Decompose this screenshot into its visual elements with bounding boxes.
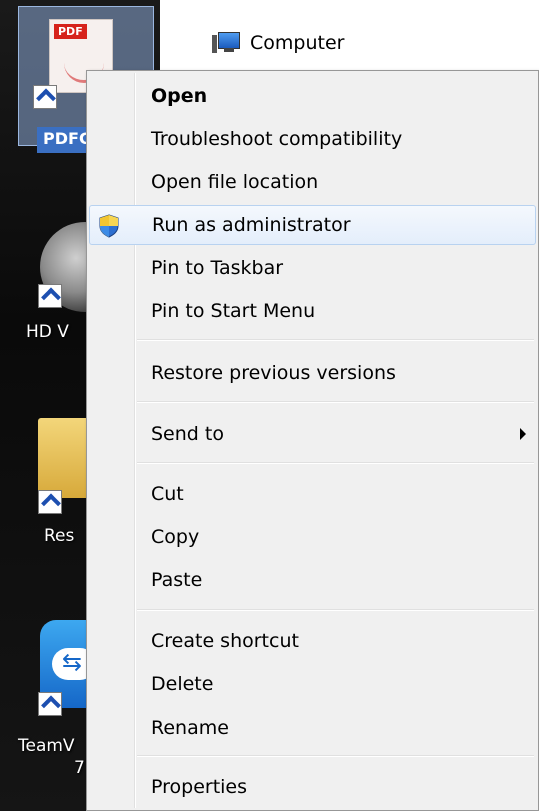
shortcut-arrow-icon (33, 85, 57, 109)
menu-item-open[interactable]: Open (89, 76, 536, 116)
menu-item-cut[interactable]: Cut (89, 474, 536, 514)
menu-item-label: Create shortcut (151, 630, 299, 652)
menu-item-label: Properties (151, 776, 248, 798)
shortcut-arrow-icon (38, 692, 62, 716)
menu-item-create-shortcut[interactable]: Create shortcut (89, 621, 536, 661)
menu-item-restore-previous-versions[interactable]: Restore previous versions (89, 353, 536, 393)
desktop-icon-label-teamviewer: TeamV (18, 736, 75, 756)
menu-item-label: Copy (151, 526, 200, 548)
menu-item-label: Pin to Start Menu (151, 300, 316, 322)
submenu-arrow-icon (520, 428, 526, 440)
menu-item-label: Open (151, 85, 208, 107)
shortcut-arrow-icon (38, 284, 62, 308)
menu-item-label: Restore previous versions (151, 362, 396, 384)
menu-item-label: Rename (151, 717, 229, 739)
menu-separator (137, 339, 534, 341)
menu-separator (137, 755, 534, 757)
menu-item-label: Paste (151, 569, 203, 591)
menu-item-label: Pin to Taskbar (151, 257, 284, 279)
menu-item-send-to[interactable]: Send to (89, 414, 536, 454)
desktop-item-computer[interactable]: Computer (212, 32, 344, 54)
shield-icon (99, 214, 119, 238)
menu-item-open-file-location[interactable]: Open file location (89, 162, 536, 202)
menu-item-troubleshoot-compatibility[interactable]: Troubleshoot compatibility (89, 119, 536, 159)
pdf-badge: PDF (54, 24, 87, 39)
menu-item-label: Open file location (151, 171, 319, 193)
menu-item-label: Cut (151, 483, 184, 505)
menu-item-paste[interactable]: Paste (89, 560, 536, 600)
computer-icon (212, 32, 240, 54)
menu-item-label: Troubleshoot compatibility (151, 128, 403, 150)
menu-item-delete[interactable]: Delete (89, 664, 536, 704)
menu-separator (137, 401, 534, 403)
menu-item-label: Delete (151, 673, 214, 695)
menu-separator (137, 609, 534, 611)
menu-item-pin-to-start-menu[interactable]: Pin to Start Menu (89, 291, 536, 331)
menu-item-copy[interactable]: Copy (89, 517, 536, 557)
desktop-icon-label-folder: Res (44, 526, 75, 546)
menu-item-pin-to-taskbar[interactable]: Pin to Taskbar (89, 248, 536, 288)
menu-item-rename[interactable]: Rename (89, 708, 536, 748)
menu-item-run-as-administrator[interactable]: Run as administrator (89, 205, 536, 245)
desktop-icon-label-hd: HD V (26, 322, 69, 342)
desktop-icon-sublabel-teamviewer: 7 (74, 758, 85, 778)
shortcut-arrow-icon (38, 490, 62, 514)
menu-separator (137, 462, 534, 464)
computer-label: Computer (250, 32, 345, 54)
context-menu: Open Troubleshoot compatibility Open fil… (86, 70, 539, 811)
menu-item-properties[interactable]: Properties (89, 767, 536, 807)
menu-item-label: Run as administrator (152, 214, 351, 236)
menu-item-label: Send to (151, 423, 224, 445)
